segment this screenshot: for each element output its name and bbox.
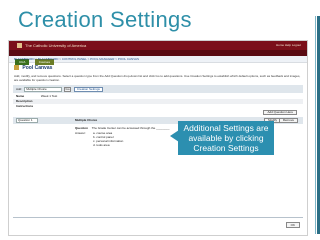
- top-links[interactable]: Home Help Logout: [276, 41, 301, 50]
- page-title-text: Pool Canvas: [22, 65, 53, 71]
- university-logo-icon: [17, 43, 22, 49]
- question-type-select[interactable]: Multiple Choice: [24, 86, 63, 92]
- question-type-label: Multiple Choice: [75, 118, 98, 122]
- go-button[interactable]: Go: [64, 86, 72, 92]
- add-label: Add: [16, 87, 22, 91]
- detail-row: Instructions: [13, 104, 303, 109]
- pool-icon: [14, 65, 19, 71]
- page-instructions: Add, modify, and remove questions. Selec…: [14, 74, 301, 82]
- add-question-bar: Add Multiple Choice Go Creation Settings: [13, 85, 303, 93]
- slide-title: Creation Settings: [18, 7, 192, 32]
- callout-box: Additional Settings are available by cli…: [178, 121, 274, 155]
- decorative-bar-light: [315, 16, 316, 234]
- bottom-divider: [13, 217, 303, 222]
- modify-bar: Add Question Here: [13, 110, 303, 116]
- app-header: The Catholic University of America Home …: [9, 41, 307, 50]
- question-label: Question: [75, 126, 89, 130]
- answer-label: Answer:: [75, 131, 86, 135]
- add-question-here-button[interactable]: Add Question Here: [263, 110, 297, 115]
- ok-button[interactable]: OK: [285, 222, 300, 228]
- question-line: Question The Grade Center can be accesse…: [75, 126, 170, 130]
- creation-settings-button[interactable]: Creation Settings: [73, 86, 103, 92]
- detail-value: Week 1 Test: [40, 94, 58, 98]
- breadcrumb[interactable]: BLACKBOARD > BLACKBOARD > CONTROL PANEL …: [9, 56, 307, 63]
- pool-details: Name Week 1 Test Description Instruction…: [13, 94, 303, 109]
- answer-option: d. tools area: [93, 143, 110, 147]
- remove-question-button[interactable]: Remove: [278, 118, 298, 123]
- detail-key: Instructions: [16, 104, 34, 108]
- question-number-select[interactable]: Question 1: [16, 118, 38, 123]
- institution-name: The Catholic University of America: [25, 43, 87, 48]
- question-text: The Grade Center can be accessed through…: [91, 126, 170, 130]
